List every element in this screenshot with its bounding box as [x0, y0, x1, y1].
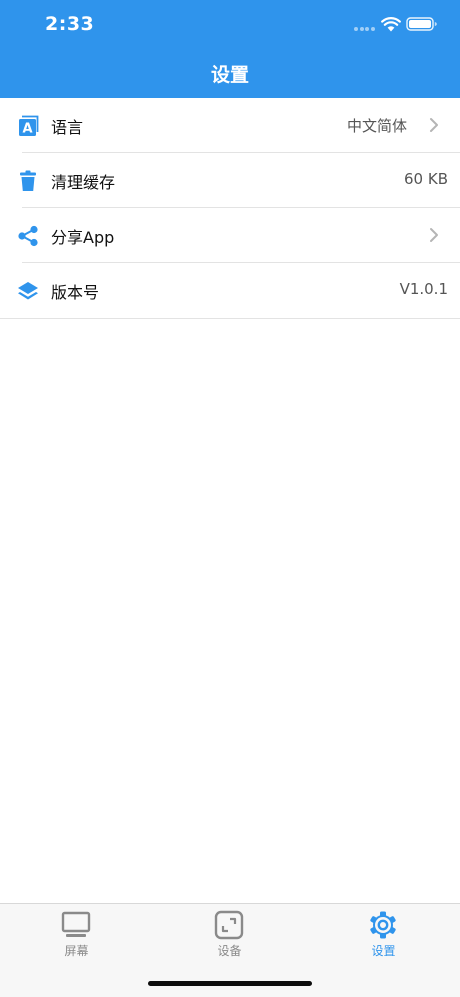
tab-device[interactable]: 设备	[153, 904, 306, 964]
tab-label: 设置	[371, 944, 396, 958]
status-time: 2:33	[45, 13, 95, 35]
gear-icon	[370, 911, 396, 939]
tab-screen[interactable]: 屏幕	[0, 904, 153, 964]
row-value: 60 KB	[404, 170, 448, 188]
row-label: 语言	[51, 118, 84, 137]
tab-bar: 屏幕 设备 设置	[0, 903, 460, 997]
settings-row-language[interactable]: A 语言 中文简体	[0, 98, 460, 153]
layers-icon	[18, 282, 38, 300]
tab-label: 屏幕	[64, 944, 89, 958]
row-value: 中文简体	[346, 117, 407, 135]
home-indicator	[148, 981, 312, 986]
settings-list: A 语言 中文简体 清理缓存 60 KB 分享App 版本号 V1.0.1	[0, 98, 460, 319]
tab-settings[interactable]: 设置	[307, 904, 460, 964]
language-icon: A	[19, 115, 39, 137]
row-label: 清理缓存	[51, 173, 116, 192]
trash-icon	[20, 170, 36, 191]
row-label: 分享App	[51, 228, 115, 247]
cellular-signal-icon	[354, 27, 376, 31]
settings-row-clear-cache[interactable]: 清理缓存 60 KB	[0, 153, 460, 208]
page-title: 设置	[210, 64, 249, 86]
row-value: V1.0.1	[399, 280, 448, 298]
app-header: 2:33 设置	[0, 0, 460, 98]
tab-label: 设备	[217, 944, 242, 958]
share-icon	[18, 225, 38, 247]
settings-row-share-app[interactable]: 分享App	[0, 208, 460, 263]
wifi-icon	[381, 17, 401, 32]
row-label: 版本号	[51, 283, 100, 302]
chevron-right-icon	[430, 228, 438, 242]
monitor-icon	[61, 911, 91, 937]
settings-row-version: 版本号 V1.0.1	[0, 263, 460, 319]
device-frame-icon	[214, 910, 244, 940]
svg-text:A: A	[22, 122, 32, 137]
battery-icon	[406, 17, 437, 31]
chevron-right-icon	[430, 118, 438, 132]
